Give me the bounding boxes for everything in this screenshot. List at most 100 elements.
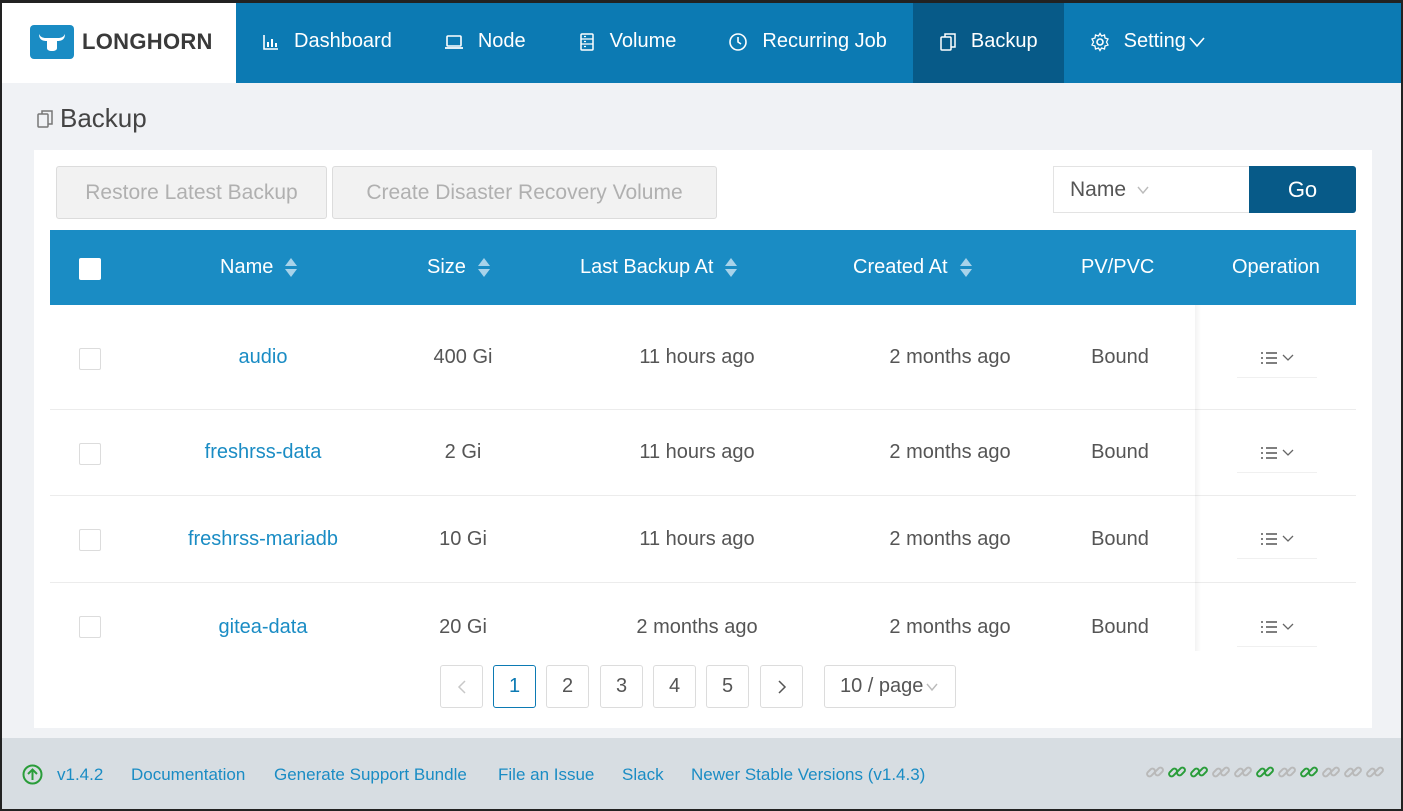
link-status-icon bbox=[1277, 762, 1297, 787]
table-row: freshrss-data 2 Gi 11 hours ago 2 months… bbox=[50, 410, 1356, 496]
restore-latest-backup-button[interactable]: Restore Latest Backup bbox=[56, 166, 327, 219]
chevron-down-icon bbox=[1282, 354, 1294, 361]
next-page-button[interactable] bbox=[760, 665, 803, 708]
size-cell: 20 Gi bbox=[439, 615, 487, 638]
version-link[interactable]: v1.4.2 bbox=[57, 765, 103, 785]
logo[interactable]: LONGHORN bbox=[0, 0, 236, 83]
select-all-checkbox[interactable] bbox=[79, 258, 101, 280]
documentation-link[interactable]: Documentation bbox=[131, 765, 245, 785]
slack-link[interactable]: Slack bbox=[622, 765, 664, 785]
size-cell: 400 Gi bbox=[433, 345, 493, 368]
copy-icon bbox=[940, 32, 956, 51]
search-field-value: Name bbox=[1070, 177, 1127, 201]
page-size-value: 10 / page bbox=[840, 675, 924, 697]
sort-icon[interactable] bbox=[725, 258, 738, 277]
volume-name-link[interactable]: freshrss-mariadb bbox=[188, 528, 338, 551]
column-header-pvpvc: PV/PVC bbox=[1081, 230, 1154, 305]
chevron-down-icon bbox=[1137, 186, 1149, 194]
newer-stable-versions-link[interactable]: Newer Stable Versions (v1.4.3) bbox=[691, 765, 925, 785]
page-size-select[interactable]: 10 / page bbox=[824, 665, 956, 708]
prev-page-button[interactable] bbox=[440, 665, 483, 708]
fixed-column-shadow bbox=[1195, 305, 1201, 651]
go-button[interactable]: Go bbox=[1249, 166, 1356, 213]
volume-name-link[interactable]: freshrss-data bbox=[205, 441, 322, 464]
search-field-select[interactable]: Name bbox=[1053, 166, 1169, 213]
chevron-right-icon bbox=[777, 679, 786, 694]
link-status-icon bbox=[1167, 762, 1187, 787]
column-last-backup-label: Last Backup At bbox=[580, 256, 714, 278]
created-cell: 2 months ago bbox=[889, 527, 1011, 550]
chevron-left-icon bbox=[457, 679, 466, 694]
row-checkbox[interactable] bbox=[79, 443, 101, 465]
nav-node-label: Node bbox=[477, 30, 526, 52]
operation-dropdown-button[interactable] bbox=[1237, 519, 1317, 559]
bar-chart-icon bbox=[263, 34, 278, 50]
last-backup-cell: 11 hours ago bbox=[639, 345, 755, 368]
operation-dropdown-button[interactable] bbox=[1237, 433, 1317, 473]
nav-node[interactable]: Node bbox=[418, 0, 552, 83]
list-icon bbox=[1261, 532, 1277, 545]
column-header-last-backup[interactable]: Last Backup At bbox=[580, 230, 738, 305]
page-title-text: Backup bbox=[60, 103, 147, 133]
created-cell: 2 months ago bbox=[889, 441, 1011, 463]
volume-name-link[interactable]: gitea-data bbox=[219, 616, 308, 639]
column-size-label: Size bbox=[427, 256, 466, 278]
link-status-icon bbox=[1189, 762, 1209, 787]
row-checkbox[interactable] bbox=[79, 616, 101, 638]
column-header-created[interactable]: Created At bbox=[853, 230, 972, 305]
file-an-issue-link[interactable]: File an Issue bbox=[498, 765, 594, 785]
last-backup-cell: 2 months ago bbox=[636, 615, 758, 638]
last-backup-cell: 11 hours ago bbox=[639, 441, 755, 463]
chevron-down-icon bbox=[926, 683, 938, 691]
nav-backup[interactable]: Backup bbox=[912, 0, 1064, 83]
list-icon bbox=[1261, 620, 1277, 633]
last-backup-cell: 11 hours ago bbox=[639, 527, 755, 550]
link-status-icon bbox=[1211, 762, 1231, 787]
page-button-1[interactable]: 1 bbox=[493, 665, 536, 708]
chevron-down-icon bbox=[1189, 36, 1205, 47]
table-header: Name Size Last Backup At Created At PV/P… bbox=[50, 230, 1356, 305]
link-status-icon bbox=[1321, 762, 1341, 787]
nav-volume[interactable]: Volume bbox=[552, 0, 703, 83]
chevron-down-icon bbox=[1282, 535, 1294, 542]
column-header-operation: Operation bbox=[1232, 230, 1320, 305]
laptop-icon bbox=[444, 34, 463, 49]
database-icon bbox=[579, 32, 594, 51]
search-input[interactable] bbox=[1168, 166, 1250, 213]
link-status-icon bbox=[1343, 762, 1363, 787]
nav-dashboard[interactable]: Dashboard bbox=[236, 0, 418, 83]
main-nav: Dashboard Node Volume Recurring Job Back… bbox=[236, 0, 1232, 83]
create-disaster-recovery-volume-button[interactable]: Create Disaster Recovery Volume bbox=[332, 166, 717, 219]
table-row: gitea-data 20 Gi 2 months ago 2 months a… bbox=[50, 583, 1356, 651]
longhorn-logo-icon bbox=[30, 24, 74, 59]
operation-dropdown-button[interactable] bbox=[1237, 338, 1317, 378]
page-button-5[interactable]: 5 bbox=[706, 665, 749, 708]
nav-dashboard-label: Dashboard bbox=[294, 30, 392, 52]
sort-icon[interactable] bbox=[285, 258, 298, 277]
pvpvc-cell: Bound bbox=[1091, 345, 1149, 368]
upgrade-arrow-icon[interactable] bbox=[22, 764, 43, 785]
page-button-2[interactable]: 2 bbox=[546, 665, 589, 708]
row-checkbox[interactable] bbox=[79, 348, 101, 370]
created-cell: 2 months ago bbox=[889, 345, 1011, 368]
chevron-down-icon bbox=[1282, 623, 1294, 630]
backup-panel: Restore Latest Backup Create Disaster Re… bbox=[34, 150, 1372, 728]
page-button-4[interactable]: 4 bbox=[653, 665, 696, 708]
volume-name-link[interactable]: audio bbox=[239, 346, 288, 369]
nav-recurring-job-label: Recurring Job bbox=[762, 30, 887, 52]
list-icon bbox=[1261, 351, 1277, 364]
pvpvc-cell: Bound bbox=[1091, 615, 1149, 638]
nav-recurring-job[interactable]: Recurring Job bbox=[702, 0, 913, 83]
page-button-3[interactable]: 3 bbox=[600, 665, 643, 708]
column-header-name[interactable]: Name bbox=[220, 230, 298, 305]
operation-dropdown-button[interactable] bbox=[1237, 607, 1317, 647]
sort-icon[interactable] bbox=[959, 258, 972, 277]
generate-support-bundle-link[interactable]: Generate Support Bundle bbox=[274, 765, 467, 785]
column-header-size[interactable]: Size bbox=[427, 230, 490, 305]
link-status-icon bbox=[1145, 762, 1165, 787]
nav-setting[interactable]: Setting bbox=[1064, 0, 1232, 83]
sort-icon[interactable] bbox=[477, 258, 490, 277]
nav-volume-label: Volume bbox=[609, 30, 677, 52]
row-checkbox[interactable] bbox=[79, 529, 101, 551]
pvpvc-cell: Bound bbox=[1091, 441, 1149, 463]
